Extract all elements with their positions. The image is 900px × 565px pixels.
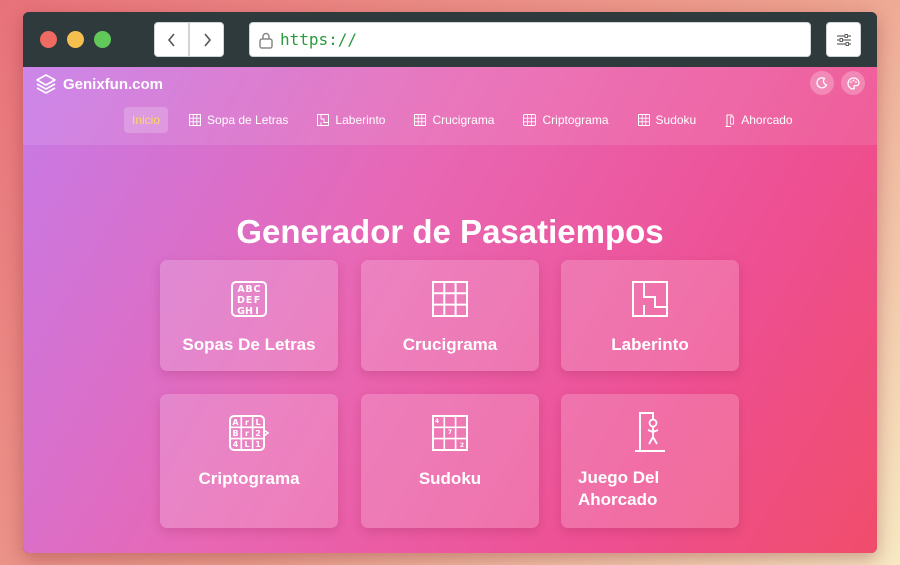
brand-name: Genixfun.com <box>63 75 164 93</box>
puzzle-cards-grid: ABC DEF GHI Sopas De Letras Crucigrama L… <box>160 260 740 530</box>
card-label: Sopas De Letras <box>182 335 316 354</box>
svg-text:r: r <box>245 418 249 427</box>
nav-item-label: Ahorcado <box>741 113 793 127</box>
browser-toolbar: https:// <box>23 12 877 67</box>
nav-item-label: Sopa de Letras <box>207 113 289 127</box>
nav-item-sopa-de-letras[interactable]: Sopa de Letras <box>181 107 296 133</box>
card-juego-del-ahorcado[interactable]: Juego Del Ahorcado <box>561 394 739 528</box>
svg-text:A: A <box>232 418 239 427</box>
card-laberinto[interactable]: Laberinto <box>561 260 739 371</box>
site-brand[interactable]: Genixfun.com <box>35 73 163 95</box>
maze-icon <box>317 114 330 126</box>
minimize-window-button[interactable] <box>67 31 84 48</box>
lock-icon <box>259 32 273 49</box>
maze-icon <box>632 281 668 317</box>
nav-item-ahorcado[interactable]: Ahorcado <box>717 107 800 133</box>
chevron-left-icon <box>167 32 175 47</box>
nav-item-sudoku[interactable]: Sudoku <box>630 107 705 133</box>
nav-item-crucigrama[interactable]: Crucigrama <box>406 107 502 133</box>
card-criptograma[interactable]: ArL Br2 4L1 Criptograma <box>160 394 338 528</box>
sliders-icon <box>836 33 851 46</box>
theme-palette-button[interactable] <box>841 71 865 95</box>
sudoku-icon: 4 7 2 <box>432 415 468 451</box>
card-label: Laberinto <box>611 335 689 354</box>
chevron-right-icon <box>203 32 211 47</box>
maximize-window-button[interactable] <box>94 31 111 48</box>
card-sopas-de-letras[interactable]: ABC DEF GHI Sopas De Letras <box>160 260 338 371</box>
cryptogram-icon: ArL Br2 4L1 <box>229 415 270 451</box>
card-label: Juego Del Ahorcado <box>578 468 660 509</box>
site-header: Genixfun.com Inicio Sopa de Letras Laber… <box>23 67 877 145</box>
nav-item-label: Sudoku <box>655 113 697 127</box>
svg-text:A: A <box>237 284 245 295</box>
svg-text:4: 4 <box>233 440 239 449</box>
svg-text:D: D <box>237 295 245 306</box>
nav-item-criptograma[interactable]: Criptograma <box>515 107 616 133</box>
nav-item-inicio[interactable]: Inicio <box>124 107 169 133</box>
close-window-button[interactable] <box>40 31 57 48</box>
svg-text:r: r <box>245 429 249 438</box>
card-sudoku[interactable]: 4 7 2 Sudoku <box>361 394 539 528</box>
card-crucigrama[interactable]: Crucigrama <box>361 260 539 371</box>
grid-icon <box>637 114 650 126</box>
nav-item-laberinto[interactable]: Laberinto <box>309 107 393 133</box>
svg-text:2: 2 <box>255 429 261 438</box>
svg-text:G: G <box>237 306 245 317</box>
card-label: Crucigrama <box>402 335 498 354</box>
svg-text:1: 1 <box>255 440 261 449</box>
gallows-icon <box>725 114 735 127</box>
grid-icon <box>414 114 427 126</box>
svg-text:B: B <box>232 429 238 438</box>
svg-text:C: C <box>254 284 261 295</box>
crossword-icon <box>432 281 468 317</box>
nav-item-label: Inicio <box>132 113 161 127</box>
svg-text:E: E <box>246 295 253 306</box>
svg-text:B: B <box>245 284 252 295</box>
browser-window: https:// Genixfun.com Inicio Sopa de Let… <box>23 12 877 553</box>
card-label: Sudoku <box>418 469 482 488</box>
nav-item-label: Crucigrama <box>432 113 495 127</box>
grid-icon <box>523 114 537 126</box>
hangman-icon <box>635 412 665 452</box>
dark-mode-toggle[interactable] <box>810 71 834 95</box>
forward-button[interactable] <box>189 22 224 57</box>
address-bar[interactable]: https:// <box>249 22 811 57</box>
grid-icon <box>189 114 202 126</box>
svg-text:I: I <box>255 306 259 317</box>
layers-icon <box>36 74 56 94</box>
svg-text:2: 2 <box>460 442 464 449</box>
svg-text:7: 7 <box>448 429 452 436</box>
svg-text:L: L <box>255 418 260 427</box>
nav-item-label: Laberinto <box>335 113 386 127</box>
url-text: https:// <box>280 30 358 49</box>
settings-menu-button[interactable] <box>826 22 861 57</box>
page-title: Generador de Pasatiempos <box>236 213 664 250</box>
svg-text:L: L <box>244 440 249 449</box>
moon-icon <box>816 77 828 89</box>
svg-text:F: F <box>254 295 261 306</box>
svg-text:4: 4 <box>435 418 439 425</box>
palette-icon <box>846 76 860 90</box>
nav-item-label: Criptograma <box>542 113 609 127</box>
main-nav: Inicio Sopa de Letras Laberinto Crucigra… <box>124 107 814 133</box>
web-page: Genixfun.com Inicio Sopa de Letras Laber… <box>23 67 877 553</box>
back-button[interactable] <box>154 22 189 57</box>
card-label: Criptograma <box>198 469 300 488</box>
letters-grid-icon: ABC DEF GHI <box>231 281 267 317</box>
svg-text:H: H <box>245 306 253 317</box>
